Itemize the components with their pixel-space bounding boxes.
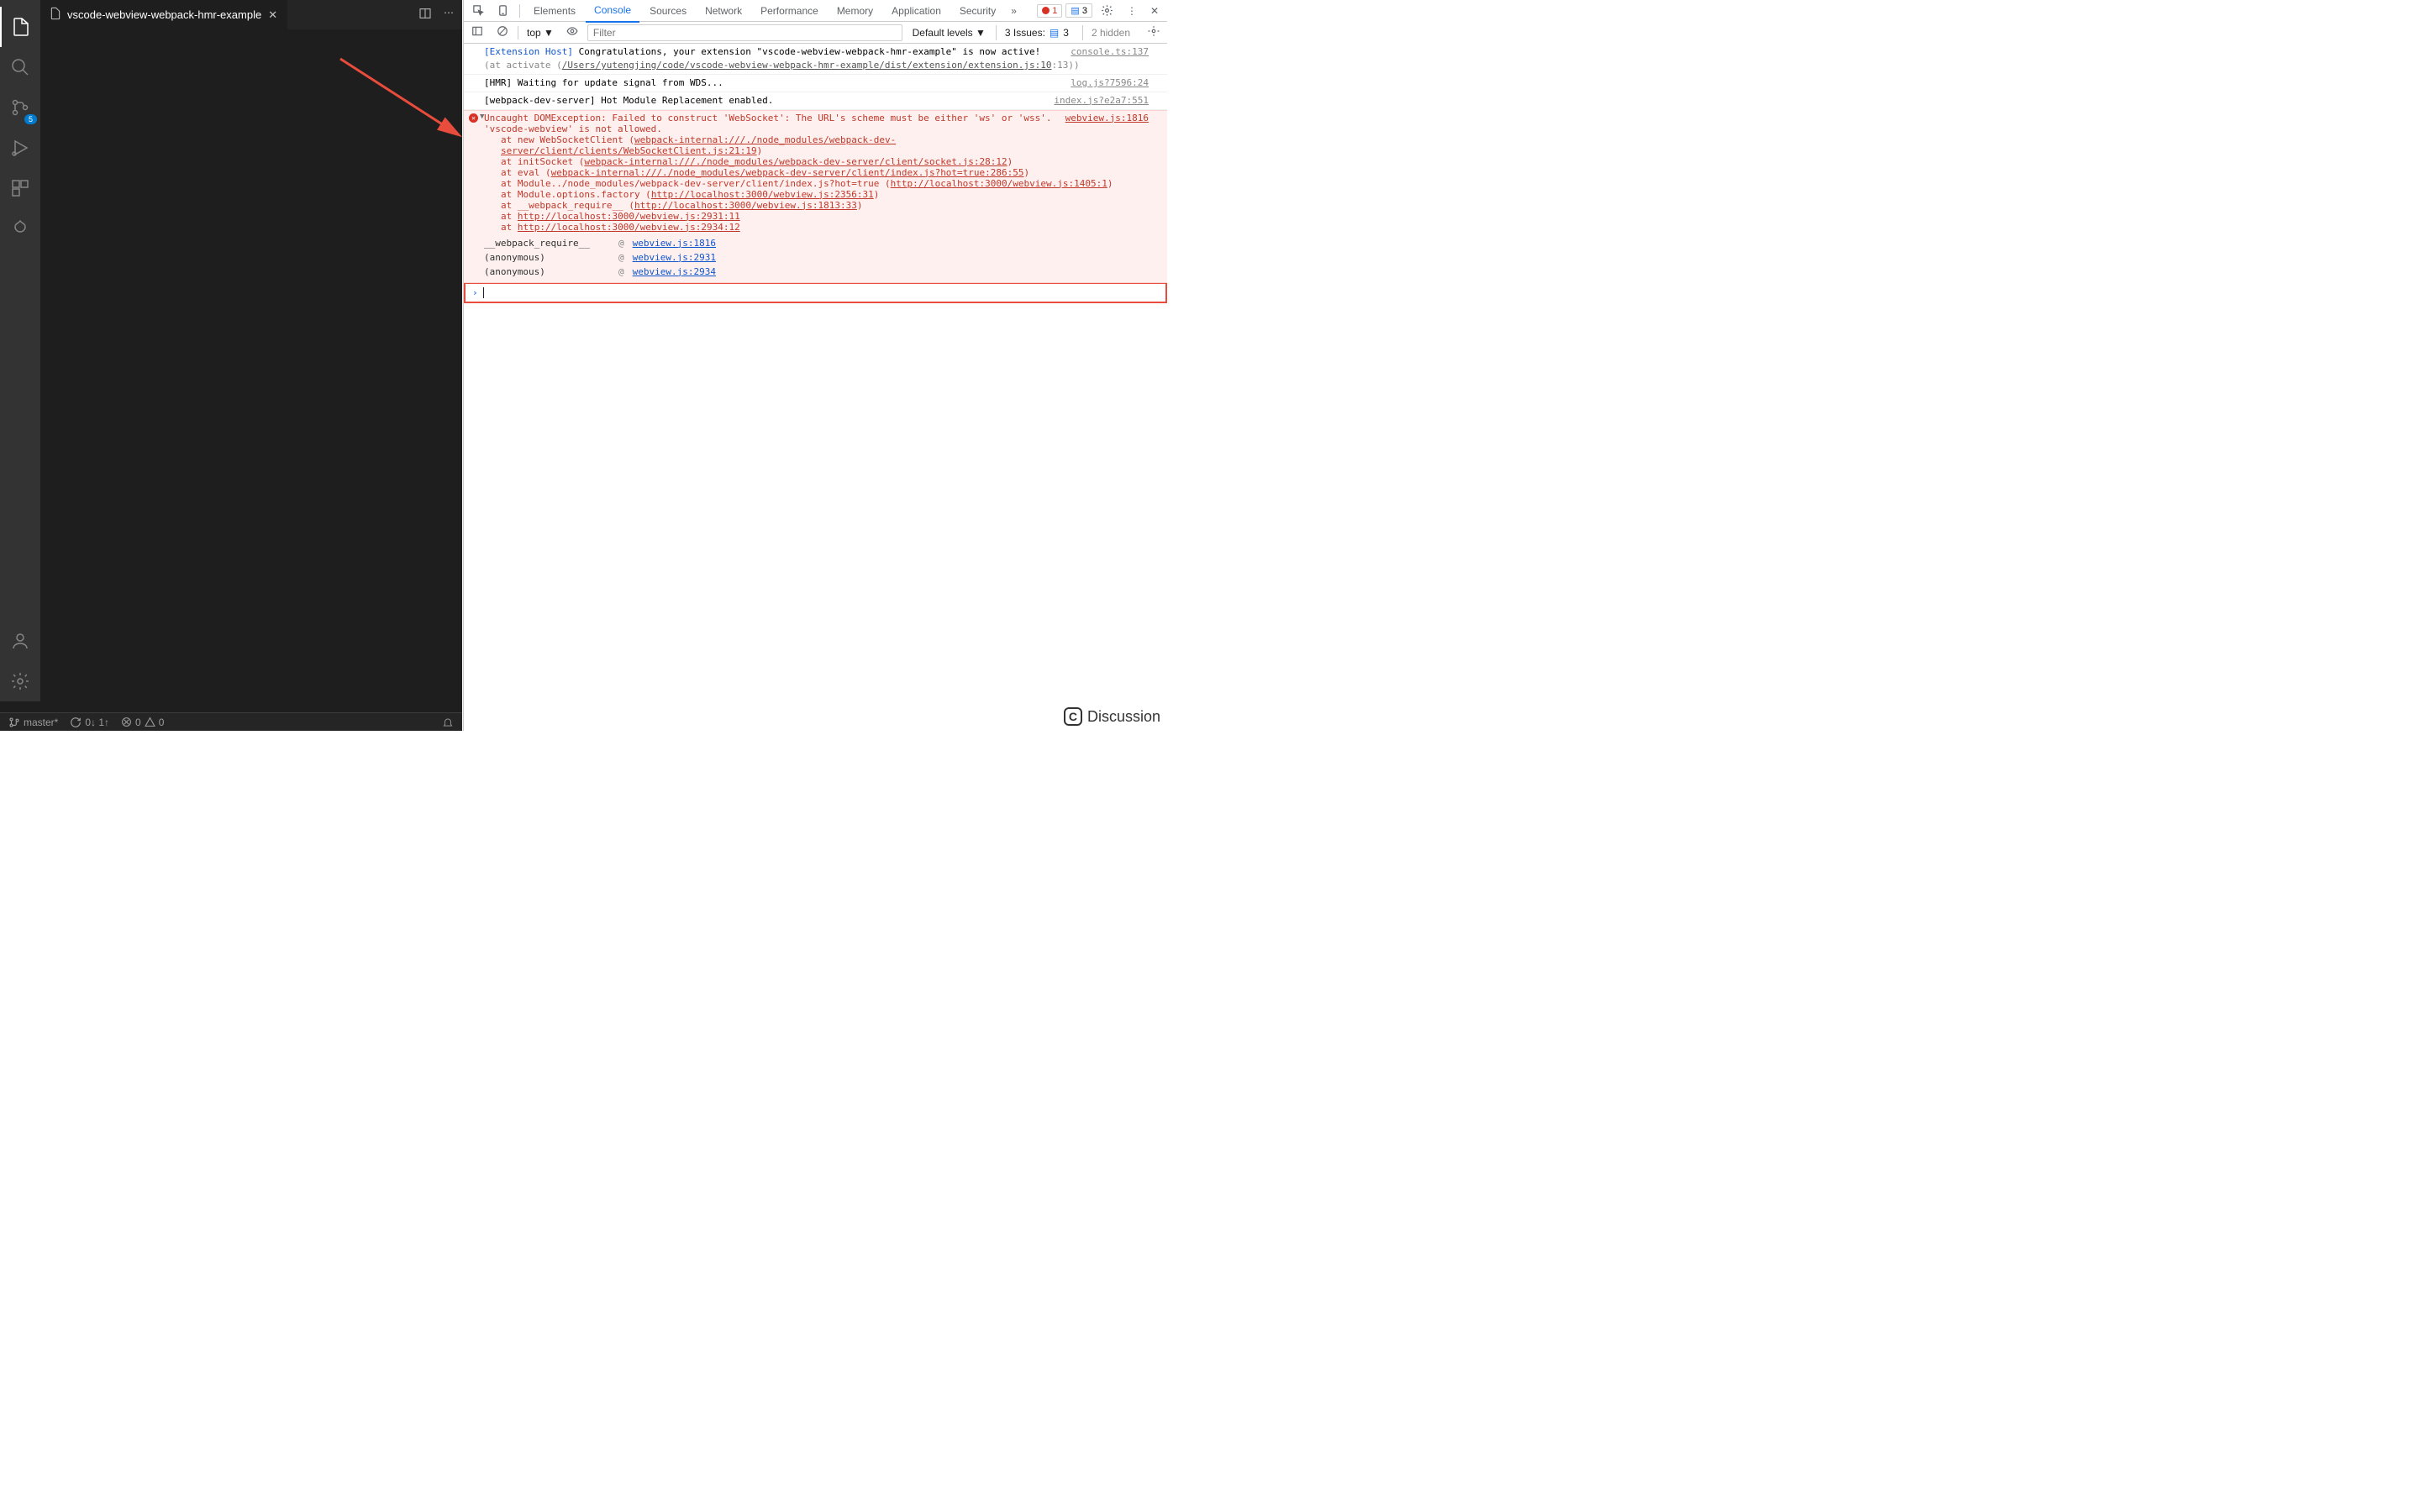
log-row: [Extension Host] Congratulations, your e… <box>464 44 1167 75</box>
console-body: [Extension Host] Congratulations, your e… <box>464 44 1167 731</box>
info-pill[interactable]: ▤3 <box>1065 3 1092 18</box>
more-tabs-icon[interactable]: » <box>1006 2 1022 20</box>
prompt-chevron-icon: › <box>472 287 478 298</box>
error-row: ✕ ▼ webview.js:1816 Uncaught DOMExceptio… <box>464 110 1167 283</box>
warnings-count: 0 <box>159 717 165 728</box>
editor-tab[interactable]: vscode-webview-webpack-hmr-example ✕ <box>40 0 287 29</box>
problems-status[interactable]: 0 0 <box>121 717 164 728</box>
devtools-close-icon[interactable]: ✕ <box>1145 2 1164 20</box>
file-icon <box>49 7 62 23</box>
devtools-settings-icon[interactable] <box>1096 1 1118 20</box>
errors-count: 0 <box>135 717 141 728</box>
stack-link[interactable]: webpack-internal:///./node_modules/webpa… <box>584 156 1007 167</box>
branch-status[interactable]: master* <box>8 717 58 728</box>
search-icon[interactable] <box>0 47 40 87</box>
prompt-cursor <box>483 287 484 298</box>
error-pill[interactable]: 1 <box>1037 4 1062 18</box>
stack-link[interactable]: http://localhost:3000/webview.js:2931:11 <box>518 211 740 222</box>
log-msg: Congratulations, your extension "vscode-… <box>579 46 1041 57</box>
stack-link[interactable]: http://localhost:3000/webview.js:2356:31 <box>651 189 874 200</box>
tab-performance[interactable]: Performance <box>752 0 827 22</box>
error-icon: ✕ <box>469 113 478 123</box>
tab-application[interactable]: Application <box>883 0 950 22</box>
log-sub-prefix: (at activate ( <box>484 60 562 71</box>
log-sub-suffix: :13)) <box>1052 60 1080 71</box>
log-source-link[interactable]: index.js?e2a7:551 <box>1054 94 1149 108</box>
stack-trace: at new WebSocketClient (webpack-internal… <box>484 134 1149 233</box>
tab-actions: ⋯ <box>418 7 462 23</box>
editor-tab-bar: vscode-webview-webpack-hmr-example ✕ ⋯ <box>40 0 462 29</box>
scm-icon[interactable]: 5 <box>0 87 40 128</box>
error-head2: 'vscode-webview' is not allowed. <box>484 123 662 134</box>
stack-link[interactable]: webpack-internal:///./node_modules/webpa… <box>551 167 1024 178</box>
run-icon[interactable] <box>0 128 40 168</box>
tab-elements[interactable]: Elements <box>525 0 584 22</box>
console-prompt[interactable]: › <box>464 283 1167 303</box>
error-head1: Uncaught DOMException: Failed to constru… <box>484 113 1052 123</box>
log-msg: [webpack-dev-server] Hot Module Replacem… <box>484 95 773 106</box>
log-sub-link[interactable]: /Users/yutengjing/code/vscode-webview-we… <box>562 60 1052 71</box>
tab-sources[interactable]: Sources <box>641 0 695 22</box>
branch-name: master* <box>24 717 58 728</box>
context-selector[interactable]: top ▼ <box>523 25 557 40</box>
call-link[interactable]: webview.js:2931 <box>633 252 716 263</box>
log-source-link[interactable]: console.ts:137 <box>1071 45 1149 59</box>
account-icon[interactable] <box>0 621 40 661</box>
log-prefix: [Extension Host] <box>484 46 573 57</box>
console-toolbar: top ▼ Default levels ▼ 3 Issues: ▤ 3 2 h… <box>464 22 1167 44</box>
error-source-link[interactable]: webview.js:1816 <box>1065 113 1149 123</box>
issues-indicator[interactable]: 3 Issues: ▤ 3 <box>996 25 1077 40</box>
hidden-count[interactable]: 2 hidden <box>1082 25 1139 40</box>
call-link[interactable]: webview.js:1816 <box>633 238 716 249</box>
stack-link[interactable]: http://localhost:3000/webview.js:1405:1 <box>891 178 1107 189</box>
filter-input[interactable] <box>587 24 902 41</box>
tab-network[interactable]: Network <box>697 0 750 22</box>
tab-memory[interactable]: Memory <box>829 0 881 22</box>
editor-body <box>40 29 462 701</box>
expand-caret[interactable]: ▼ <box>480 113 484 121</box>
split-editor-icon[interactable] <box>418 7 432 23</box>
call-link[interactable]: webview.js:2934 <box>633 266 716 277</box>
scm-badge: 5 <box>24 114 37 124</box>
log-row: [HMR] Waiting for update signal from WDS… <box>464 75 1167 92</box>
status-bar: master* 0↓ 1↑ 0 0 <box>0 712 462 731</box>
log-row: [webpack-dev-server] Hot Module Replacem… <box>464 92 1167 110</box>
clear-console-icon[interactable] <box>492 23 513 42</box>
close-icon[interactable]: ✕ <box>266 7 279 24</box>
console-settings-icon[interactable] <box>1144 23 1164 42</box>
tab-security[interactable]: Security <box>951 0 1004 22</box>
tab-console[interactable]: Console <box>586 0 639 23</box>
custom-icon[interactable] <box>0 208 40 249</box>
devtools-tab-bar: Elements Console Sources Network Perform… <box>464 0 1167 22</box>
sync-text: 0↓ 1↑ <box>85 717 109 728</box>
more-icon[interactable]: ⋯ <box>444 7 454 23</box>
extensions-icon[interactable] <box>0 168 40 208</box>
stack-link[interactable]: http://localhost:3000/webview.js:2934:12 <box>518 222 740 233</box>
discussion-label: Discussion <box>1087 708 1160 726</box>
devtools-menu-icon[interactable]: ⋮ <box>1122 2 1142 20</box>
notification-icon[interactable] <box>442 717 454 728</box>
stack-link[interactable]: http://localhost:3000/webview.js:1813:33 <box>634 200 857 211</box>
tab-title: vscode-webview-webpack-hmr-example <box>67 8 261 21</box>
inspect-icon[interactable] <box>467 1 490 20</box>
devtools-panel: Elements Console Sources Network Perform… <box>463 0 1167 731</box>
call-table: __webpack_require__@ webview.js:1816 (an… <box>484 236 1149 279</box>
activity-bar: 5 <box>0 0 40 701</box>
discussion-icon: C <box>1064 707 1082 726</box>
settings-icon[interactable] <box>0 661 40 701</box>
log-msg: [HMR] Waiting for update signal from WDS… <box>484 77 723 88</box>
discussion-badge[interactable]: C Discussion <box>1064 707 1160 726</box>
vscode-window: 5 vscode-webview-webpack-hmr-example ✕ <box>0 0 462 731</box>
levels-selector[interactable]: Default levels ▼ <box>908 25 991 40</box>
sidebar-toggle-icon[interactable] <box>467 23 487 42</box>
log-source-link[interactable]: log.js?7596:24 <box>1071 76 1149 90</box>
device-icon[interactable] <box>492 1 514 20</box>
sync-status[interactable]: 0↓ 1↑ <box>70 717 109 728</box>
live-expr-icon[interactable] <box>562 23 582 42</box>
explorer-icon[interactable] <box>0 7 40 47</box>
